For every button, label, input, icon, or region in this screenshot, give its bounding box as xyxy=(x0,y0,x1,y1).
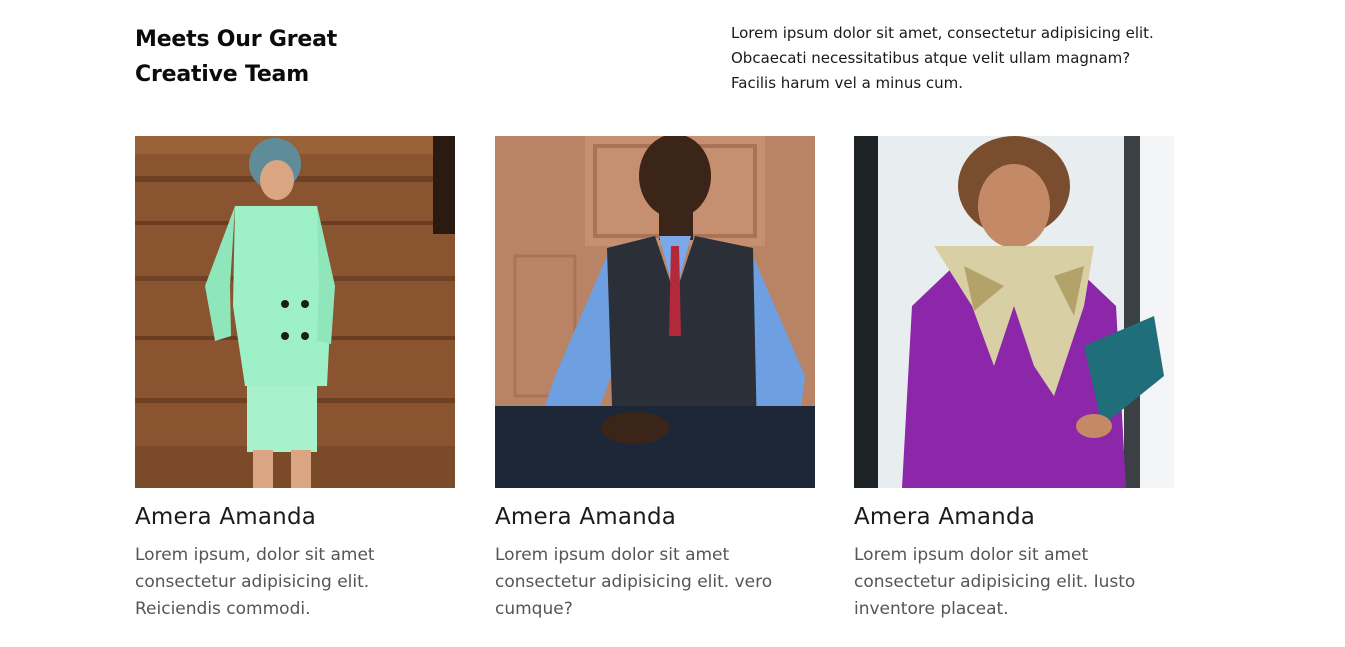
team-member-name: Amera Amanda xyxy=(854,504,1036,530)
team-member-card: Amera Amanda Lorem ipsum, dolor sit amet… xyxy=(135,136,455,623)
team-member-bio: Lorem ipsum dolor sit amet consectetur a… xyxy=(495,545,773,619)
section-intro: Lorem ipsum dolor sit amet, consectetur … xyxy=(731,24,1154,92)
team-member-bio: Lorem ipsum dolor sit amet consectetur a… xyxy=(854,545,1136,619)
team-member-photo xyxy=(135,136,455,488)
team-member-name: Amera Amanda xyxy=(135,504,317,530)
team-member-photo xyxy=(854,136,1174,488)
section-heading: Meets Our Great Creative Team xyxy=(135,27,338,87)
team-member-card: Amera Amanda Lorem ipsum dolor sit amet … xyxy=(495,136,815,623)
team-member-card: Amera Amanda Lorem ipsum dolor sit amet … xyxy=(854,136,1174,623)
team-member-bio: Lorem ipsum, dolor sit amet consectetur … xyxy=(135,545,375,619)
team-member-photo xyxy=(495,136,815,488)
team-section: Meets Our Great Creative Team Lorem ipsu… xyxy=(0,0,1345,647)
team-member-name: Amera Amanda xyxy=(495,504,677,530)
